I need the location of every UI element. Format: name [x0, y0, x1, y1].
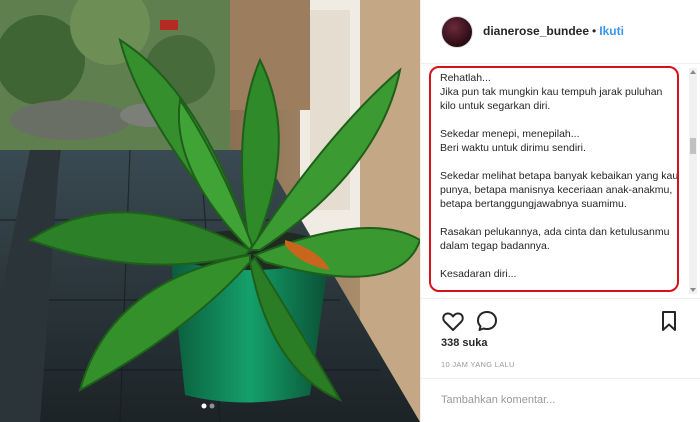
post-photo[interactable]	[0, 0, 420, 422]
post-timestamp[interactable]: 10 JAM YANG LALU	[441, 360, 515, 369]
heart-icon[interactable]	[441, 309, 465, 333]
comment-icon[interactable]	[475, 309, 499, 333]
likes-count[interactable]: 338 suka	[441, 337, 487, 349]
scroll-up-arrow-icon[interactable]	[689, 68, 697, 76]
scrollbar[interactable]	[689, 68, 697, 294]
post-side-panel: dianerose_bundee • Ikuti Rehatlah... Jika …	[420, 0, 700, 422]
plant-photo-illustration	[0, 0, 420, 422]
follow-button[interactable]: Ikuti	[599, 24, 624, 38]
comment-box	[421, 378, 700, 422]
username-link[interactable]: dianerose_bundee	[483, 24, 589, 38]
user-line: dianerose_bundee • Ikuti	[483, 24, 624, 38]
red-annotation-box	[429, 66, 679, 292]
avatar[interactable]	[441, 16, 473, 48]
bookmark-icon[interactable]	[657, 309, 681, 333]
separator-dot: •	[592, 24, 597, 38]
action-bar	[421, 298, 700, 342]
post-header: dianerose_bundee • Ikuti	[421, 0, 700, 64]
comment-input[interactable]	[441, 391, 671, 409]
scrollbar-thumb[interactable]	[690, 138, 696, 154]
scroll-down-arrow-icon[interactable]	[689, 286, 697, 294]
caption-scroll-area[interactable]: Rehatlah... Jika pun tak mungkin kau tem…	[421, 64, 700, 298]
